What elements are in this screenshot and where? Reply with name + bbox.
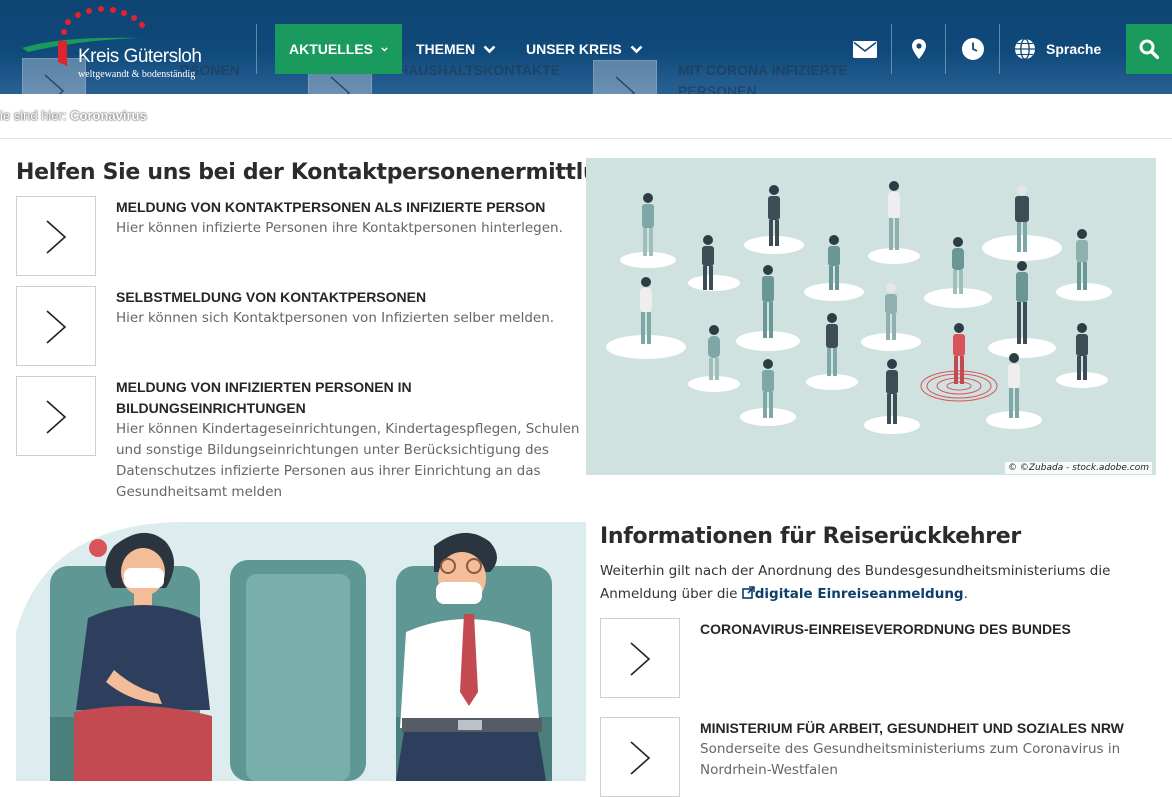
travel-illustration xyxy=(16,522,586,781)
nav-separator xyxy=(256,24,257,74)
site-header: RSONEN HAUSHALTSKONTAKTE MIT CORONA INFI… xyxy=(0,0,1172,94)
einreiseanmeldung-link[interactable]: digitale Einreiseanmeldung xyxy=(741,586,964,602)
travel-item-title[interactable]: MINISTERIUM FÜR ARBEIT, GESUNDHEIT UND S… xyxy=(700,718,1124,739)
clock-icon xyxy=(961,38,984,60)
contact-item-desc: Hier können sich Kontaktpersonen von Inf… xyxy=(116,310,555,326)
contact-item-desc: Hier können Kindertageseinrichtungen, Ki… xyxy=(116,421,580,437)
language-button[interactable]: Sprache xyxy=(1014,24,1114,74)
chevron-right-icon xyxy=(630,642,651,676)
location-button[interactable] xyxy=(892,24,945,74)
travel-paragraph-line2: Anmeldung über die digitale Einreiseanme… xyxy=(600,583,968,606)
contact-item-desc: und sonstige Bildungseinrichtungen unter… xyxy=(116,442,549,458)
contact-item-desc: Hier können infizierte Personen ihre Kon… xyxy=(116,220,563,236)
chevron-right-icon xyxy=(46,220,67,254)
contact-item-title[interactable]: MELDUNG VON KONTAKTPERSONEN ALS INFIZIER… xyxy=(116,197,545,218)
contact-item-title[interactable]: MELDUNG VON INFIZIERTEN PERSONEN IN xyxy=(116,377,412,398)
airplane-travel-illustration xyxy=(16,522,586,781)
paragraph-text: . xyxy=(963,586,968,602)
chevron-right-icon xyxy=(46,400,67,434)
contact-section-title: Helfen Sie uns bei der Kontaktpersonener… xyxy=(16,160,630,185)
arrow-link-box[interactable] xyxy=(600,717,680,797)
arrow-link-box[interactable] xyxy=(16,286,96,366)
travel-item-desc: Sonderseite des Gesundheitsministeriums … xyxy=(700,741,1121,757)
breadcrumb-divider xyxy=(0,138,1172,139)
contact-item-desc: Datenschutzes infizierte Personen aus ih… xyxy=(116,463,541,479)
language-label: Sprache xyxy=(1046,41,1102,57)
arrow-link-box[interactable] xyxy=(16,196,96,276)
envelope-icon xyxy=(852,40,877,58)
paragraph-text: Anmeldung über die xyxy=(600,586,738,602)
arrow-link-box[interactable] xyxy=(600,618,680,698)
chevron-right-icon xyxy=(46,310,67,344)
opening-hours-button[interactable] xyxy=(946,24,999,74)
chevron-down-icon xyxy=(630,45,643,53)
nav-label: UNSER KREIS xyxy=(526,41,622,57)
contact-item-desc: Gesundheitsamt melden xyxy=(116,484,283,500)
logo-title: Kreis Gütersloh xyxy=(78,46,202,67)
chevron-right-icon xyxy=(630,741,651,775)
social-distancing-illustration: © ©Zubada - stock.adobe.com xyxy=(586,158,1156,475)
nav-aktuelles[interactable]: AKTUELLES xyxy=(275,24,402,74)
external-link-icon xyxy=(741,586,755,599)
nav-separator xyxy=(999,24,1000,74)
travel-section-title: Informationen für Reiserückkehrer xyxy=(600,524,1021,549)
map-pin-icon xyxy=(911,39,926,59)
people-illustration xyxy=(606,181,1112,434)
nav-themen[interactable]: THEMEN xyxy=(402,24,510,74)
breadcrumb-current[interactable]: Coronavirus xyxy=(70,108,147,123)
nav-label: AKTUELLES xyxy=(289,41,373,57)
travel-item-desc: Nordrhein-Westfalen xyxy=(700,762,838,778)
nav-label: THEMEN xyxy=(416,41,476,57)
image-credit: © ©Zubada - stock.adobe.com xyxy=(1005,462,1152,474)
breadcrumb: ie sind hier: Coronavirus xyxy=(0,108,147,123)
chevron-down-icon xyxy=(381,46,388,52)
travel-item-title[interactable]: CORONAVIRUS-EINREISEVERORDNUNG DES BUNDE… xyxy=(700,619,1071,640)
travel-paragraph-line1: Weiterhin gilt nach der Anordnung des Bu… xyxy=(600,563,1111,579)
link-label: digitale Einreiseanmeldung xyxy=(754,586,964,602)
globe-icon xyxy=(1015,38,1035,60)
logo-subtitle: weltgewandt & bodenständig xyxy=(78,69,196,80)
arrow-link-box[interactable] xyxy=(16,376,96,456)
nav-unser-kreis[interactable]: UNSER KREIS xyxy=(512,24,657,74)
breadcrumb-prefix: ie sind hier: xyxy=(0,108,67,123)
contact-item-title[interactable]: BILDUNGSEINRICHTUNGEN xyxy=(116,398,306,419)
search-button[interactable] xyxy=(1126,24,1172,74)
search-icon xyxy=(1139,39,1159,59)
contact-item-title[interactable]: SELBSTMELDUNG VON KONTAKTPERSONEN xyxy=(116,287,426,308)
contact-button[interactable] xyxy=(838,24,891,74)
chevron-down-icon xyxy=(483,45,496,53)
site-logo[interactable]: Kreis Gütersloh weltgewandt & bodenständ… xyxy=(20,6,220,86)
